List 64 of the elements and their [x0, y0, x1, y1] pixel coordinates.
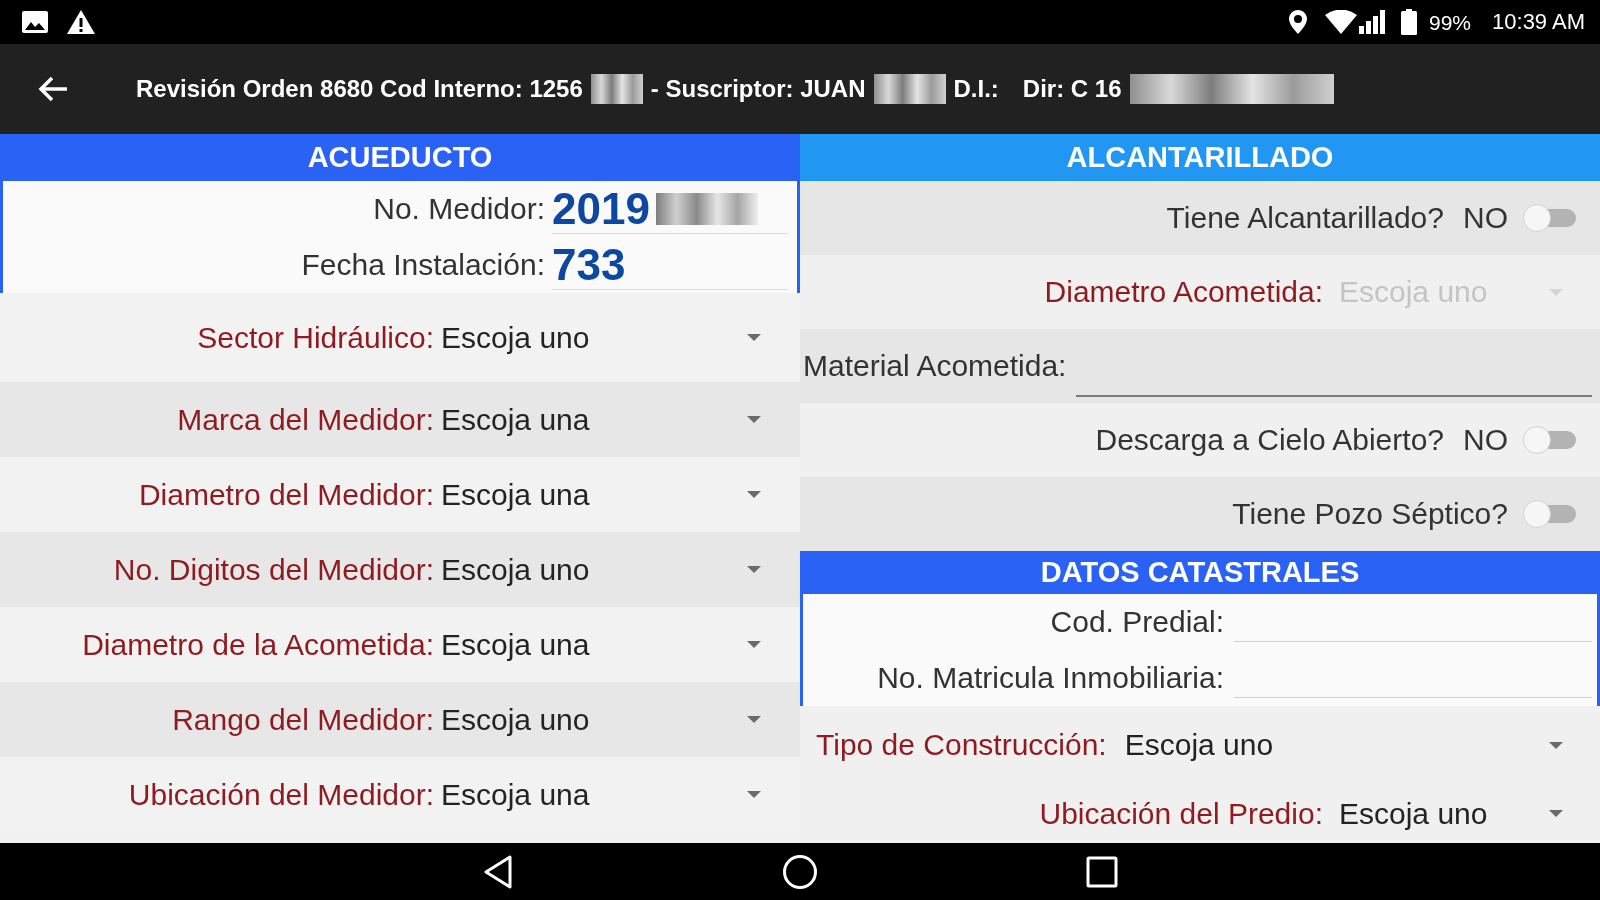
dropdown-select[interactable]: Escoja uno: [441, 549, 775, 590]
field-label: Fecha Instalación:: [300, 250, 546, 280]
dropdown-select[interactable]: Escoja uno: [441, 699, 775, 740]
clock-time: 10:39 AM: [1492, 11, 1585, 33]
back-arrow-icon[interactable]: [37, 75, 69, 103]
value-field[interactable]: 733: [552, 240, 788, 290]
toggle-switch[interactable]: [1522, 499, 1578, 529]
back-icon[interactable]: [482, 853, 514, 890]
field-label: Ubicación del Medidor:: [127, 779, 434, 810]
field-label: Diametro Acometida:: [1044, 277, 1323, 307]
location-pin-icon: [1289, 10, 1307, 34]
field-label: Marca del Medidor:: [176, 404, 434, 435]
field-label: Tipo de Construcción:: [816, 730, 1107, 760]
dropdown-select[interactable]: Escoja uno: [1339, 793, 1586, 834]
signal-icon: [1359, 10, 1387, 34]
caret-icon: [1549, 741, 1563, 749]
dropdown-select[interactable]: Escoja una: [441, 399, 775, 440]
caret-icon: [747, 791, 761, 798]
battery-percentage: 99%: [1429, 11, 1472, 33]
field-label: Diametro de la Acometida:: [81, 629, 434, 660]
switch-state-text: NO: [1463, 425, 1508, 455]
title-text: Dir: C 16: [1022, 77, 1122, 101]
field-label: No. Matricula Inmobiliaria:: [876, 663, 1224, 693]
dropdown-select[interactable]: Escoja una: [441, 774, 775, 815]
section-header: ALCANTARILLADO: [800, 134, 1600, 181]
caret-icon: [747, 641, 761, 648]
field-label: Tiene Alcantarillado?: [1166, 203, 1444, 233]
field-label: Material Acometida:: [803, 351, 1067, 381]
field-label: Diametro del Medidor:: [137, 479, 434, 510]
battery-icon: [1401, 9, 1417, 35]
section-header: DATOS CATASTRALES: [800, 551, 1600, 594]
field-label: Ubicación del Predio:: [1039, 798, 1323, 829]
caret-icon: [747, 334, 761, 341]
field-label: Descarga a Cielo Abierto?: [1095, 425, 1444, 455]
section-header: ACUEDUCTO: [0, 134, 800, 181]
redacted-block: [590, 74, 643, 104]
caret-icon: [1549, 810, 1563, 817]
home-icon[interactable]: [782, 853, 818, 890]
title-text: - Suscriptor: JUAN: [650, 77, 866, 101]
field-label: Tiene Pozo Séptico?: [1232, 499, 1508, 529]
field-label: Rango del Medidor:: [171, 704, 434, 735]
field-label: Cod. Predial:: [1049, 607, 1224, 637]
warning-icon: [66, 9, 96, 35]
title-text: D.I.:: [953, 77, 999, 101]
toggle-switch[interactable]: [1522, 425, 1578, 455]
field-label: No. Medidor:: [372, 194, 546, 224]
caret-icon: [747, 416, 761, 423]
wifi-icon: [1325, 10, 1357, 34]
switch-state-text: NO: [1463, 203, 1508, 233]
dropdown-select[interactable]: Escoja una: [441, 474, 775, 515]
caret-icon: [747, 491, 761, 498]
toggle-switch[interactable]: [1522, 203, 1578, 233]
dropdown-select[interactable]: Escoja uno: [441, 317, 775, 358]
field-label: Sector Hidráulico:: [196, 322, 434, 353]
value-field[interactable]: 2019: [552, 184, 788, 234]
dropdown-select[interactable]: Escoja uno: [1124, 725, 1586, 765]
title-text: Revisión Orden 8680 Cod Interno: 1256: [136, 77, 583, 101]
caret-icon: [747, 716, 761, 723]
field-label: No. Digitos del Medidor:: [112, 554, 434, 585]
dropdown-select[interactable]: Escoja una: [441, 624, 775, 665]
caret-icon: [747, 566, 761, 573]
recent-apps-icon[interactable]: [1086, 855, 1118, 888]
image-icon: [22, 11, 48, 33]
caret-icon: [1549, 288, 1563, 296]
